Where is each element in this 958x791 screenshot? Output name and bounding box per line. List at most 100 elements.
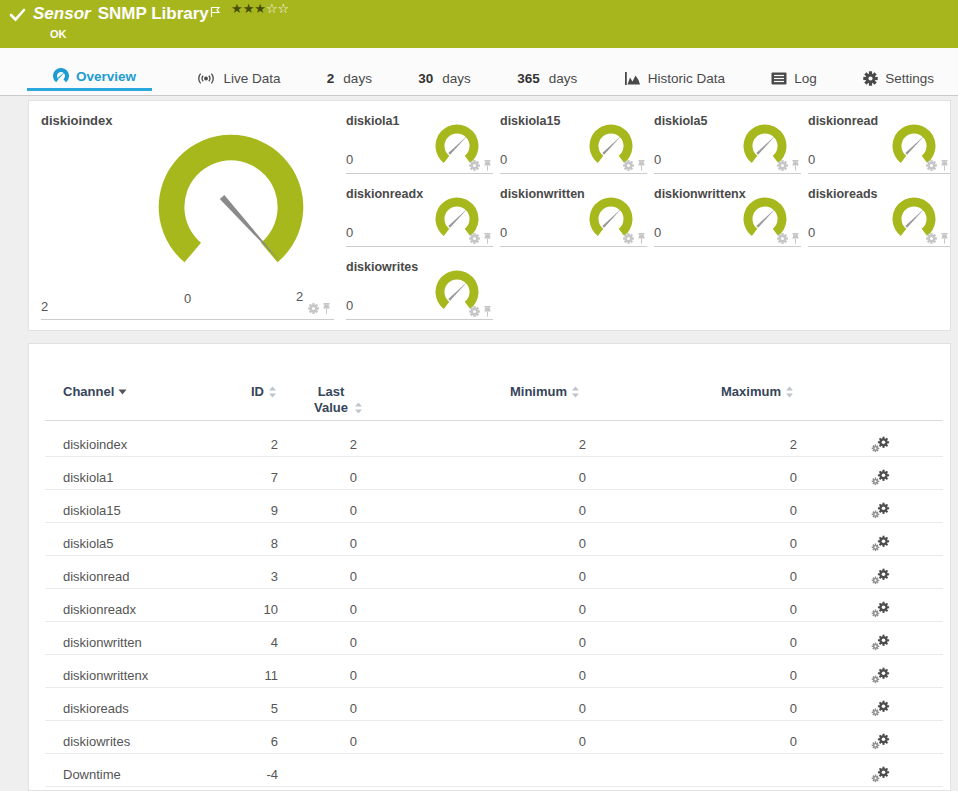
column-header-last-value[interactable]: Last Value	[288, 344, 366, 421]
cell-last-value: 0	[288, 622, 366, 655]
cell-last-value: 0	[288, 655, 366, 688]
channel-settings-icon[interactable]	[871, 568, 891, 585]
cell-channel: diskiola1	[45, 457, 251, 490]
gauge-settings-icon[interactable]	[623, 160, 634, 171]
gauge-pin-icon[interactable]	[322, 303, 331, 314]
gauge-pin-icon[interactable]	[791, 160, 800, 171]
table-row[interactable]: diskioreads 5 0 0 0	[45, 688, 943, 721]
channel-settings-icon[interactable]	[871, 601, 891, 618]
tab-30-days[interactable]: 30days	[416, 71, 473, 95]
main-gauge-tile: diskioindex 0 2 2	[29, 101, 346, 330]
gauge-pin-icon[interactable]	[483, 306, 492, 317]
channel-settings-icon[interactable]	[871, 700, 891, 717]
table-row[interactable]: diskionwritten 4 0 0 0	[45, 622, 943, 655]
gauge-channel-label: diskiola5	[654, 114, 708, 128]
gauge-settings-icon[interactable]	[777, 160, 788, 171]
channels-table-panel: Channel ID Last Value Minimum	[28, 343, 951, 791]
area-chart-icon	[624, 72, 641, 86]
gauge-pin-icon[interactable]	[791, 233, 800, 244]
column-header-channel[interactable]: Channel	[45, 344, 251, 421]
channel-settings-icon[interactable]	[871, 502, 891, 519]
gauge-settings-icon[interactable]	[926, 233, 937, 244]
gauge-value: 0	[346, 225, 353, 240]
gauge-tile: diskionwritten 0	[500, 174, 647, 247]
gauge-settings-icon[interactable]	[623, 233, 634, 244]
channel-settings-icon[interactable]	[871, 469, 891, 486]
gauge-pin-icon[interactable]	[483, 160, 492, 171]
tab-bar: Overview Live Data 2days 30days 365days …	[0, 48, 958, 96]
cell-minimum: 0	[366, 589, 596, 622]
channel-settings-icon[interactable]	[871, 436, 891, 453]
gauge-channel-label: diskionwritten	[500, 187, 585, 201]
cell-last-value: 0	[288, 457, 366, 490]
tab-log[interactable]: Log	[769, 71, 819, 95]
gauge-channel-label: diskiola15	[500, 114, 560, 128]
table-row[interactable]: diskionread 3 0 0 0	[45, 556, 943, 589]
gauge-value: 0	[346, 298, 353, 313]
cell-last-value	[288, 754, 366, 787]
column-header-maximum[interactable]: Maximum	[596, 344, 806, 421]
table-row[interactable]: diskiola5 8 0 0 0	[45, 523, 943, 556]
tab-overview[interactable]: Overview	[27, 68, 152, 91]
gauge-pin-icon[interactable]	[940, 160, 949, 171]
cell-maximum	[596, 754, 806, 787]
channel-settings-icon[interactable]	[871, 667, 891, 684]
sort-icon	[571, 386, 580, 398]
gauge-value: 0	[654, 225, 661, 240]
gauges-panel: diskioindex 0 2 2 diskiola1	[28, 100, 951, 331]
table-row[interactable]: Downtime -4	[45, 754, 943, 787]
channel-settings-icon[interactable]	[871, 634, 891, 651]
flag-icon[interactable]	[210, 4, 222, 22]
cell-channel: diskionwrittenx	[45, 655, 251, 688]
cell-minimum: 0	[366, 721, 596, 754]
gauge-settings-icon[interactable]	[926, 160, 937, 171]
gauge-value: 0	[500, 152, 507, 167]
table-row[interactable]: diskiola1 7 0 0 0	[45, 457, 943, 490]
cell-maximum: 0	[596, 721, 806, 754]
gauge-channel-label: diskionreadx	[346, 187, 423, 201]
gauge-pin-icon[interactable]	[637, 233, 646, 244]
cell-id: 9	[251, 490, 288, 523]
gauge-pin-icon[interactable]	[637, 160, 646, 171]
column-header-id[interactable]: ID	[251, 344, 288, 421]
tab-365-days[interactable]: 365days	[515, 71, 579, 95]
gauge-settings-icon[interactable]	[469, 160, 480, 171]
table-row[interactable]: diskioindex 2 2 2 2	[45, 421, 943, 457]
gauge-settings-icon[interactable]	[469, 233, 480, 244]
channels-table-body: diskioindex 2 2 2 2 diskiola1 7 0 0 0 di…	[45, 421, 943, 787]
tab-2-days[interactable]: 2days	[325, 71, 374, 95]
cell-last-value: 0	[288, 688, 366, 721]
cell-minimum: 0	[366, 622, 596, 655]
gauge-settings-icon[interactable]	[777, 233, 788, 244]
cell-last-value: 2	[288, 421, 366, 457]
main-gauge-icon	[153, 129, 309, 289]
cell-id: 6	[251, 721, 288, 754]
page-title: SensorSNMP Library	[33, 4, 209, 24]
gauge-pin-icon[interactable]	[483, 233, 492, 244]
cell-last-value: 0	[288, 589, 366, 622]
channel-settings-icon[interactable]	[871, 733, 891, 750]
sort-icon	[785, 386, 794, 398]
channel-settings-icon[interactable]	[871, 766, 891, 783]
table-row[interactable]: diskionwrittenx 11 0 0 0	[45, 655, 943, 688]
channel-settings-icon[interactable]	[871, 535, 891, 552]
table-row[interactable]: diskiowrites 6 0 0 0	[45, 721, 943, 754]
gauge-settings-icon[interactable]	[308, 303, 319, 314]
cell-maximum: 0	[596, 523, 806, 556]
cell-channel: diskioreads	[45, 688, 251, 721]
cell-maximum: 0	[596, 622, 806, 655]
gauge-pin-icon[interactable]	[940, 233, 949, 244]
table-row[interactable]: diskiola15 9 0 0 0	[45, 490, 943, 523]
status-check-icon	[9, 7, 27, 27]
tab-live-data[interactable]: Live Data	[194, 71, 282, 95]
tab-settings[interactable]: Settings	[861, 71, 936, 95]
priority-stars[interactable]: ★★★☆☆	[231, 1, 289, 16]
table-row[interactable]: diskionreadx 10 0 0 0	[45, 589, 943, 622]
live-data-icon	[196, 71, 216, 86]
gauge-settings-icon[interactable]	[469, 306, 480, 317]
column-header-minimum[interactable]: Minimum	[366, 344, 596, 421]
cell-last-value: 0	[288, 721, 366, 754]
cell-maximum: 0	[596, 589, 806, 622]
tab-historic-data[interactable]: Historic Data	[622, 71, 727, 95]
gauge-tile: diskiola5 0	[654, 101, 801, 174]
